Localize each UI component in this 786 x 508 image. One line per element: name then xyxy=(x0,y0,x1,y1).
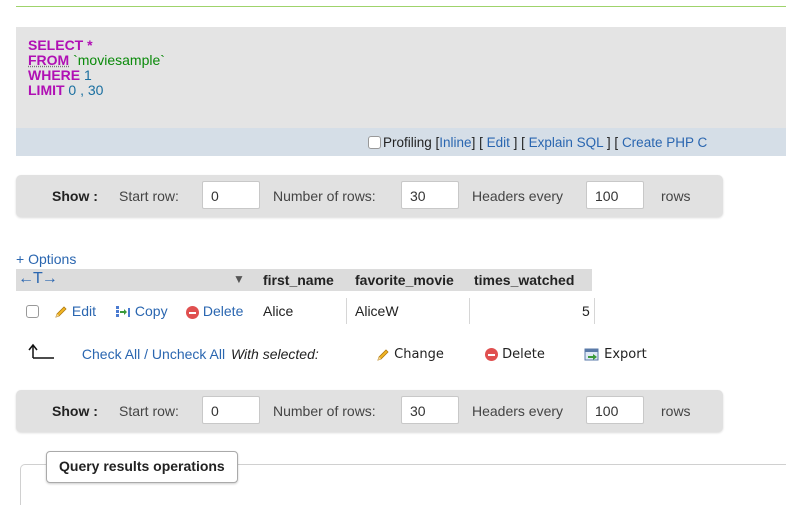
query-results-operations-legend: Query results operations xyxy=(46,451,238,483)
edit-sql-link[interactable]: Edit xyxy=(487,135,510,150)
row-checkbox[interactable] xyxy=(26,298,41,324)
bulk-change-button[interactable]: Change xyxy=(376,347,444,362)
pencil-icon xyxy=(377,348,389,361)
number-of-rows-label: Number of rows: xyxy=(273,188,376,204)
column-header-favorite-movie[interactable]: favorite_movie xyxy=(355,272,454,288)
start-row-input[interactable]: 0 xyxy=(202,181,260,209)
number-of-rows-input[interactable]: 30 xyxy=(401,396,459,424)
sql-select-star: * xyxy=(83,37,93,53)
sql-keyword-where: WHERE xyxy=(28,67,81,83)
row-edit-link[interactable]: Edit xyxy=(54,298,96,324)
navigation-bar-top: Show : Start row: 0 Number of rows: 30 H… xyxy=(16,175,723,217)
column-header-first-name[interactable]: first_name xyxy=(263,272,334,288)
explain-sql-link[interactable]: Explain SQL xyxy=(529,135,604,150)
copy-icon xyxy=(116,306,130,318)
rows-label: rows xyxy=(661,403,691,419)
profiling-label: Profiling xyxy=(383,135,432,150)
number-of-rows-label: Number of rows: xyxy=(273,403,376,419)
start-row-label: Start row: xyxy=(119,188,179,204)
navigation-bar-bottom: Show : Start row: 0 Number of rows: 30 H… xyxy=(16,390,723,432)
pencil-icon xyxy=(55,306,67,318)
bulk-export-label: Export xyxy=(604,347,647,362)
sort-triangle-icon[interactable]: ▼ xyxy=(233,272,245,286)
number-of-rows-input[interactable]: 30 xyxy=(401,181,459,209)
bulk-export-button[interactable]: Export xyxy=(584,347,647,362)
rows-label: rows xyxy=(661,188,691,204)
start-row-label: Start row: xyxy=(119,403,179,419)
export-icon xyxy=(584,348,599,360)
cell-times-watched: 5 xyxy=(582,303,590,319)
bulk-delete-label: Delete xyxy=(502,347,545,362)
sql-keyword-select: SELECT xyxy=(28,37,84,53)
cell-divider xyxy=(594,298,595,324)
delete-icon xyxy=(485,348,498,361)
bulk-delete-button[interactable]: Delete xyxy=(485,347,545,362)
cell-favorite-movie: AliceW xyxy=(355,303,399,319)
top-divider xyxy=(16,6,786,7)
headers-every-label: Headers every xyxy=(472,188,564,204)
start-row-input[interactable]: 0 xyxy=(202,396,260,424)
bulk-change-label: Change xyxy=(394,347,444,362)
sql-table-name: `moviesample` xyxy=(69,52,165,68)
cell-divider xyxy=(346,298,347,324)
check-all-bar: Check All / Uncheck All With selected: xyxy=(28,343,319,362)
inline-link[interactable]: Inline xyxy=(439,135,471,150)
show-button[interactable]: Show : xyxy=(52,403,98,419)
sql-where-value: 1 xyxy=(80,67,92,83)
sql-keyword-limit: LIMIT xyxy=(28,82,65,98)
options-toggle[interactable]: + Options xyxy=(16,251,76,267)
copy-label: Copy xyxy=(134,303,168,319)
sql-action-links: Profiling [Inline] [ Edit ] [ Explain SQ… xyxy=(368,135,707,150)
table-header: ←T→ ▼ first_name favorite_movie times_wa… xyxy=(16,269,592,291)
check-all-link[interactable]: Check All / Uncheck All xyxy=(82,346,225,362)
show-button[interactable]: Show : xyxy=(52,188,98,204)
sql-query: SELECT * FROM `moviesample` WHERE 1 LIMI… xyxy=(28,38,165,98)
row-copy-link[interactable]: Copy xyxy=(115,298,168,324)
delete-icon xyxy=(186,305,199,319)
column-header-times-watched[interactable]: times_watched xyxy=(474,272,574,288)
sql-limit-value: 0 , 30 xyxy=(64,82,104,98)
cell-divider xyxy=(469,298,470,324)
create-php-code-link[interactable]: Create PHP C xyxy=(622,135,707,150)
column-arrows-icon[interactable]: ←T→ xyxy=(18,270,58,288)
headers-every-input[interactable]: 100 xyxy=(586,396,644,424)
row-delete-link[interactable]: Delete xyxy=(186,298,243,324)
check-all-arrow-icon xyxy=(28,343,54,359)
cell-first-name: Alice xyxy=(263,303,294,319)
table-row: Edit Copy Delete Alice AliceW 5 xyxy=(16,298,596,324)
edit-label: Edit xyxy=(71,303,97,319)
delete-label: Delete xyxy=(202,303,244,319)
profiling-checkbox[interactable] xyxy=(368,136,381,149)
with-selected-label: With selected: xyxy=(230,346,319,362)
sql-keyword-from: FROM xyxy=(28,52,70,68)
headers-every-label: Headers every xyxy=(472,403,564,419)
headers-every-input[interactable]: 100 xyxy=(586,181,644,209)
